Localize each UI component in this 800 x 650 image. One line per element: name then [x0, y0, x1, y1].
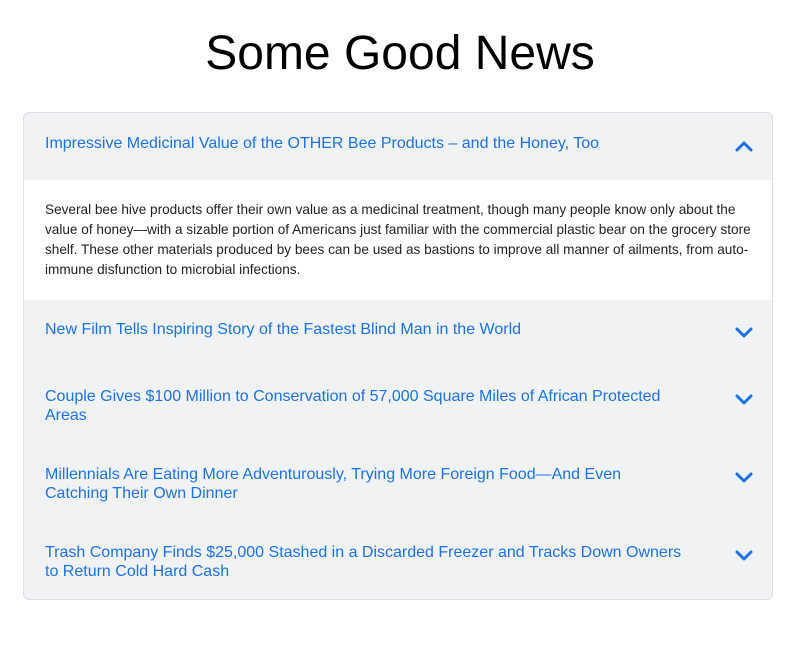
accordion-item: Couple Gives $100 Million to Conservatio…	[24, 367, 772, 445]
accordion-header-title: Impressive Medicinal Value of the OTHER …	[45, 135, 600, 152]
page-title: Some Good News	[205, 27, 595, 80]
accordion-header-title: Couple Gives $100 Million to Conservatio…	[45, 388, 661, 424]
accordion-panel: Several bee hive products offer their ow…	[24, 180, 772, 300]
accordion-header-conservation[interactable]: Couple Gives $100 Million to Conservatio…	[24, 367, 772, 445]
news-accordion: Impressive Medicinal Value of the OTHER …	[23, 112, 773, 600]
accordion-header-title: Millennials Are Eating More Adventurousl…	[45, 466, 621, 502]
chevron-up-icon[interactable]	[735, 140, 753, 152]
chevron-down-icon[interactable]	[735, 471, 753, 483]
accordion-panel-text: Several bee hive products offer their ow…	[45, 202, 751, 277]
accordion-item: Impressive Medicinal Value of the OTHER …	[24, 113, 772, 300]
accordion-header-title: Trash Company Finds $25,000 Stashed in a…	[45, 544, 682, 580]
accordion-item: Millennials Are Eating More Adventurousl…	[24, 445, 772, 523]
accordion-header-blind-runner[interactable]: New Film Tells Inspiring Story of the Fa…	[24, 300, 772, 367]
accordion-header-bee-products[interactable]: Impressive Medicinal Value of the OTHER …	[24, 113, 772, 180]
accordion-header-title: New Film Tells Inspiring Story of the Fa…	[45, 321, 522, 338]
chevron-down-icon[interactable]	[735, 549, 753, 561]
accordion-item: New Film Tells Inspiring Story of the Fa…	[24, 300, 772, 367]
accordion-item: Trash Company Finds $25,000 Stashed in a…	[24, 523, 772, 599]
accordion-header-trash-company[interactable]: Trash Company Finds $25,000 Stashed in a…	[24, 523, 772, 599]
chevron-down-icon[interactable]	[735, 393, 753, 405]
chevron-down-icon[interactable]	[735, 326, 753, 338]
accordion-header-millennials-food[interactable]: Millennials Are Eating More Adventurousl…	[24, 445, 772, 523]
